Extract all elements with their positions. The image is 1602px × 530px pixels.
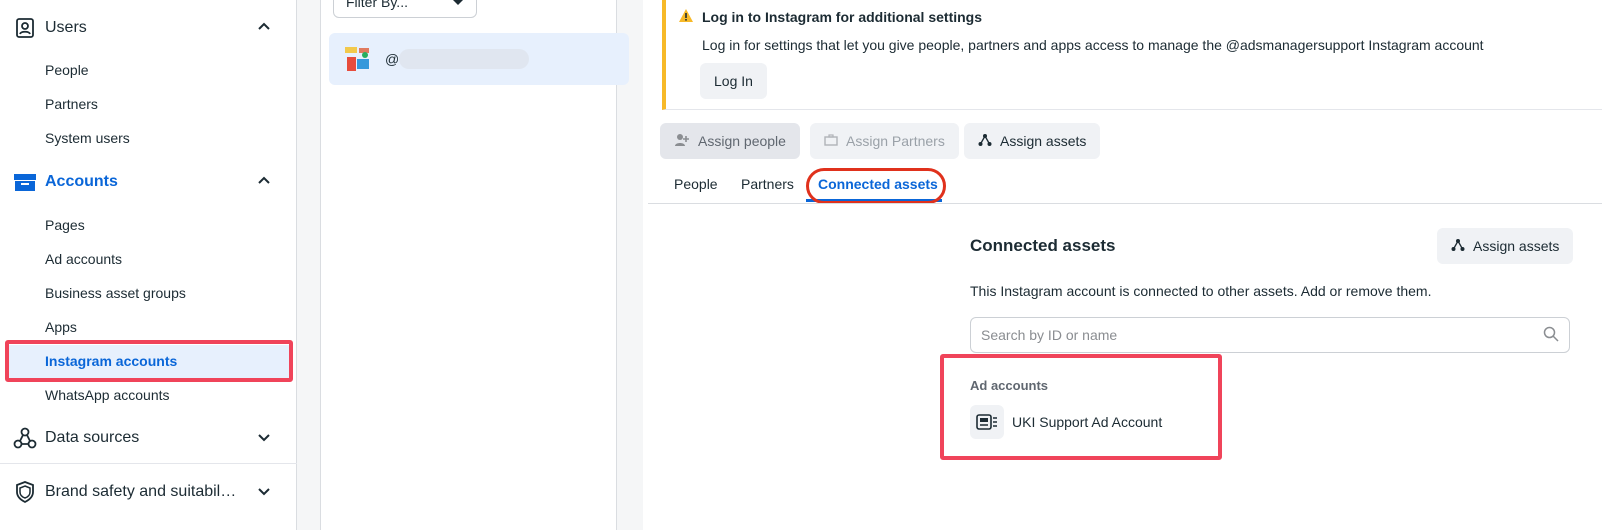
- sidebar-section-label: Brand safety and suitabil…: [45, 483, 237, 500]
- sidebar-item-whatsapp-accounts[interactable]: WhatsApp accounts: [45, 387, 170, 403]
- highlight-box: [940, 354, 1222, 460]
- add-person-icon: [674, 132, 690, 151]
- sidebar: Users People Partners System users Accou…: [0, 0, 297, 530]
- briefcase-icon: [12, 169, 38, 195]
- warning-icon: [678, 8, 694, 29]
- assign-assets-secondary-button[interactable]: Assign assets: [1437, 228, 1574, 264]
- search-placeholder: Search by ID or name: [981, 327, 1118, 343]
- users-icon: [12, 15, 38, 41]
- assets-icon: [1451, 238, 1465, 255]
- assets-icon: [978, 133, 992, 150]
- assign-partners-button[interactable]: Assign Partners: [810, 123, 959, 159]
- filter-dropdown[interactable]: Filter By...: [333, 0, 477, 18]
- highlight-box: [5, 340, 293, 382]
- sidebar-section-data-sources[interactable]: Data sources: [12, 420, 272, 456]
- login-banner: Log in to Instagram for additional setti…: [662, 0, 1602, 110]
- tab-partners[interactable]: Partners: [741, 176, 794, 192]
- sidebar-item-pages[interactable]: Pages: [45, 217, 85, 233]
- sidebar-section-brand-safety[interactable]: Brand safety and suitabil…: [12, 474, 272, 510]
- banner-text: Log in for settings that let you give pe…: [702, 37, 1484, 53]
- sidebar-item-apps[interactable]: Apps: [45, 319, 77, 335]
- caret-down-icon: [452, 0, 464, 10]
- filter-label: Filter By...: [346, 0, 408, 10]
- sidebar-item-people[interactable]: People: [45, 62, 89, 78]
- blurred-text: [399, 49, 529, 69]
- account-avatar: [343, 45, 373, 75]
- highlight-oval: [806, 168, 946, 204]
- sidebar-section-label: Users: [45, 19, 87, 36]
- assign-people-label: Assign people: [698, 133, 786, 149]
- chevron-down-icon: [256, 483, 272, 504]
- assign-people-button[interactable]: Assign people: [660, 123, 800, 159]
- divider: [0, 463, 297, 464]
- sidebar-section-users[interactable]: Users: [12, 10, 272, 46]
- chevron-down-icon: [256, 429, 272, 450]
- account-list: Filter By... @: [320, 0, 629, 530]
- connected-description: This Instagram account is connected to o…: [970, 283, 1432, 299]
- briefcase-icon: [824, 133, 838, 149]
- shield-icon: [12, 479, 38, 505]
- chevron-up-icon: [256, 19, 272, 40]
- account-list-panel: Filter By... @: [297, 0, 643, 530]
- account-handle: @: [385, 51, 400, 67]
- assign-partners-label: Assign Partners: [846, 133, 945, 149]
- assign-assets-label: Assign assets: [1000, 133, 1087, 149]
- sidebar-section-label: Accounts: [45, 173, 118, 190]
- connected-assets-title: Connected assets: [970, 236, 1116, 255]
- search-icon: [1543, 326, 1559, 345]
- sidebar-item-system-users[interactable]: System users: [45, 130, 130, 146]
- sidebar-item-ad-accounts[interactable]: Ad accounts: [45, 251, 122, 267]
- search-input[interactable]: Search by ID or name: [970, 317, 1570, 353]
- chevron-up-icon: [256, 173, 272, 194]
- sidebar-item-business-asset-groups[interactable]: Business asset groups: [45, 285, 186, 301]
- assign-assets-label: Assign assets: [1473, 238, 1560, 254]
- tabs-divider: [648, 203, 1602, 204]
- sidebar-section-accounts[interactable]: Accounts: [12, 164, 272, 200]
- login-button[interactable]: Log In: [700, 63, 767, 99]
- banner-title: Log in to Instagram for additional setti…: [702, 9, 983, 25]
- list-item[interactable]: @: [329, 33, 629, 85]
- sidebar-item-partners[interactable]: Partners: [45, 96, 98, 112]
- tab-people[interactable]: People: [674, 176, 718, 192]
- sidebar-section-label: Data sources: [45, 429, 140, 446]
- assign-assets-button[interactable]: Assign assets: [964, 123, 1101, 159]
- data-sources-icon: [12, 425, 38, 451]
